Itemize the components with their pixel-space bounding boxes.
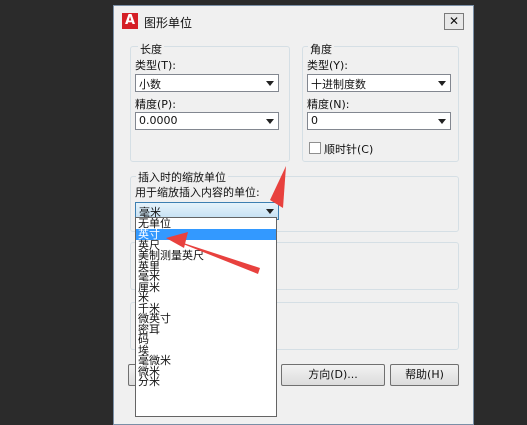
annotation-arrow-up (270, 166, 286, 208)
annotation-arrows (166, 166, 286, 274)
annotation-arrowhead-left (166, 232, 188, 248)
